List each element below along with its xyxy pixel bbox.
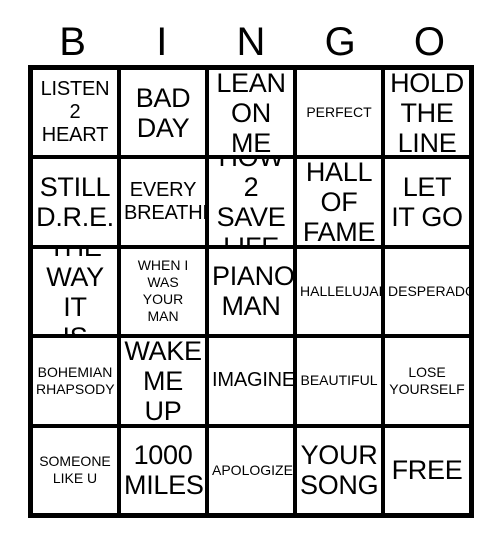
bingo-cell-label: 1000 MILES bbox=[124, 440, 204, 501]
bingo-cell-label: EVERY BREATHE bbox=[124, 179, 205, 225]
header-letter-b: B bbox=[59, 19, 86, 64]
bingo-cell-r4c2[interactable]: WAKE ME UP bbox=[121, 338, 205, 424]
bingo-cell-r1c4[interactable]: PERFECT bbox=[297, 70, 381, 156]
bingo-cell-r4c5[interactable]: LOSE YOURSELF bbox=[385, 338, 469, 424]
bingo-cell-r1c2[interactable]: BAD DAY bbox=[121, 70, 205, 156]
bingo-cell-label: LISTEN 2 HEART bbox=[40, 78, 110, 147]
bingo-cell-r5c3[interactable]: APOLOGIZE bbox=[209, 427, 293, 513]
bingo-card: B I N G O LISTEN 2 HEART BAD DAY LEAN ON M… bbox=[0, 0, 502, 544]
bingo-cell-r1c3[interactable]: LEAN ON ME bbox=[209, 70, 293, 156]
header-letter-i: I bbox=[156, 19, 168, 64]
bingo-cell-label: LOSE YOURSELF bbox=[389, 363, 465, 397]
bingo-grid: LISTEN 2 HEART BAD DAY LEAN ON ME PERFECT HO… bbox=[28, 65, 474, 518]
bingo-cell-r5c5[interactable]: FREE bbox=[385, 427, 469, 513]
bingo-cell-r5c1[interactable]: SOMEONE LIKE U bbox=[33, 427, 117, 513]
bingo-cell-label: YOUR SONG bbox=[300, 440, 379, 501]
header-letter-o: O bbox=[413, 19, 445, 64]
bingo-cell-label: APOLOGIZE bbox=[212, 461, 293, 478]
bingo-cell-r4c1[interactable]: BOHEMIAN RHAPSODY bbox=[33, 338, 117, 424]
header-letter-g: G bbox=[324, 19, 356, 64]
bingo-cell-label: STILL D.R.E. bbox=[36, 172, 114, 233]
bingo-cell-r2c5[interactable]: LET IT GO bbox=[385, 159, 469, 245]
bingo-cell-r1c5[interactable]: HOLD THE LINE bbox=[385, 70, 469, 156]
bingo-cell-r1c1[interactable]: LISTEN 2 HEART bbox=[33, 70, 117, 156]
bingo-cell-label: BOHEMIAN RHAPSODY bbox=[36, 363, 115, 397]
bingo-cell-label: WHEN I WAS YOUR MAN bbox=[137, 257, 189, 325]
bingo-cell-r4c3[interactable]: IMAGINE bbox=[209, 338, 293, 424]
bingo-cell-label: LEAN ON ME bbox=[216, 70, 286, 156]
bingo-cell-label: HALLELUJAH bbox=[300, 282, 381, 299]
bingo-cell-label: WAKE ME UP bbox=[124, 338, 202, 424]
bingo-cell-r3c4[interactable]: HALLELUJAH bbox=[297, 248, 381, 335]
bingo-cell-label: SOMEONE LIKE U bbox=[39, 453, 111, 487]
bingo-cell-label: THE WAY IT IS bbox=[46, 249, 104, 334]
header-letter-n: N bbox=[236, 19, 266, 64]
bingo-cell-r2c3[interactable]: HOW 2 SAVE LIFE bbox=[209, 159, 293, 245]
bingo-cell-label: PERFECT bbox=[306, 104, 372, 121]
bingo-cell-r2c4[interactable]: HALL OF FAME bbox=[297, 159, 381, 245]
bingo-header-row: B I N G O bbox=[28, 18, 474, 65]
bingo-cell-r3c2[interactable]: WHEN I WAS YOUR MAN bbox=[121, 248, 205, 335]
bingo-cell-label: HOW 2 SAVE LIFE bbox=[216, 159, 286, 244]
bingo-cell-label: IMAGINE bbox=[212, 369, 293, 392]
bingo-cell-r5c2[interactable]: 1000 MILES bbox=[121, 427, 205, 513]
bingo-cell-label: LET IT GO bbox=[391, 172, 463, 233]
bingo-cell-label: BEAUTIFUL bbox=[300, 372, 378, 389]
bingo-cell-r4c4[interactable]: BEAUTIFUL bbox=[297, 338, 381, 424]
bingo-cell-label: FREE bbox=[391, 455, 463, 486]
bingo-cell-label: DESPERADO bbox=[388, 282, 469, 299]
bingo-cell-r2c2[interactable]: EVERY BREATHE bbox=[121, 159, 205, 245]
bingo-cell-r2c1[interactable]: STILL D.R.E. bbox=[33, 159, 117, 245]
bingo-cell-label: HOLD THE LINE bbox=[390, 70, 464, 156]
bingo-cell-r3c3[interactable]: PIANO MAN bbox=[209, 248, 293, 335]
bingo-cell-r3c5[interactable]: DESPERADO bbox=[385, 248, 469, 335]
bingo-cell-r5c4[interactable]: YOUR SONG bbox=[297, 427, 381, 513]
bingo-cell-label: BAD DAY bbox=[135, 82, 191, 143]
bingo-cell-label: PIANO MAN bbox=[212, 261, 293, 322]
bingo-cell-r3c1[interactable]: THE WAY IT IS bbox=[33, 248, 117, 335]
bingo-cell-label: HALL OF FAME bbox=[302, 159, 376, 245]
